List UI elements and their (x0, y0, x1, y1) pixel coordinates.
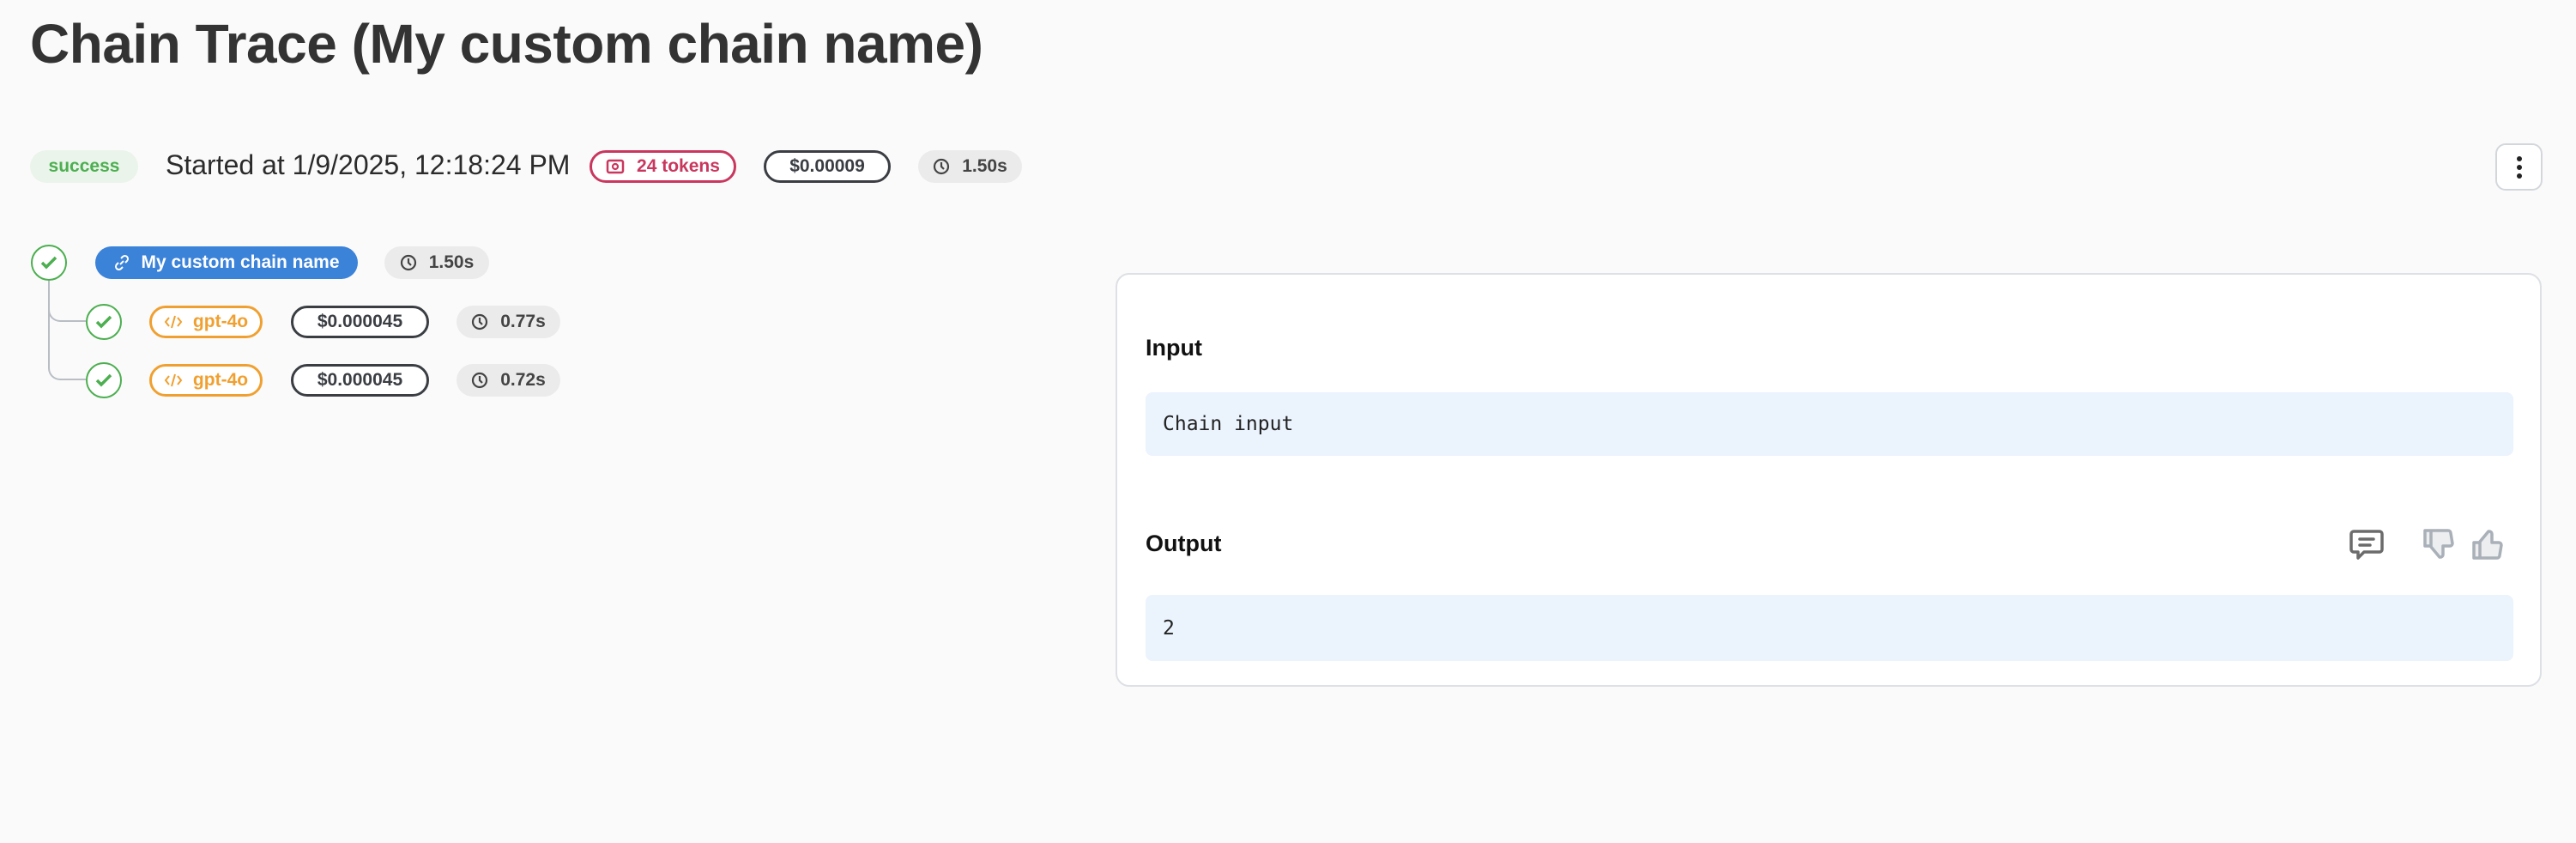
child-duration-badge: 0.72s (457, 364, 560, 397)
tree-connector (48, 281, 86, 380)
thumbs-down-icon (2422, 527, 2457, 561)
duration-badge: 1.50s (918, 150, 1022, 183)
child-cost-badge: $0.000045 (291, 364, 429, 397)
child-success-icon (86, 304, 122, 340)
status-text: success (49, 156, 120, 177)
root-duration-badge: 1.50s (384, 246, 489, 279)
clock-icon (471, 313, 488, 331)
kebab-icon (2516, 156, 2523, 179)
input-label: Input (1146, 335, 1202, 361)
output-value: 2 (1146, 595, 2513, 661)
code-icon (164, 313, 183, 331)
code-icon (164, 372, 183, 389)
child-llm-pill[interactable]: gpt-4o (149, 306, 263, 338)
cost-text: $0.000045 (317, 312, 402, 332)
root-success-icon (31, 245, 67, 281)
clock-icon (933, 158, 950, 175)
more-options-button[interactable] (2495, 143, 2543, 191)
model-name: gpt-4o (193, 370, 248, 391)
duration-text: 1.50s (962, 156, 1007, 177)
cost-text: $0.00009 (789, 156, 865, 177)
input-value: Chain input (1146, 392, 2513, 456)
thumbs-down-button[interactable] (2422, 525, 2458, 563)
child-llm-pill[interactable]: gpt-4o (149, 364, 263, 397)
child-duration-badge: 0.77s (457, 306, 560, 338)
thumbs-up-icon (2471, 527, 2506, 561)
duration-text: 0.72s (500, 370, 546, 391)
tokens-icon (606, 159, 625, 174)
detail-panel: Input Chain input Output 2 (1116, 273, 2542, 687)
cost-badge: $0.00009 (764, 150, 891, 183)
root-chain-name: My custom chain name (141, 252, 339, 273)
clock-icon (400, 254, 417, 271)
model-name: gpt-4o (193, 312, 248, 332)
tokens-badge: 24 tokens (590, 150, 736, 183)
clock-icon (471, 372, 488, 389)
root-chain-pill[interactable]: My custom chain name (95, 246, 358, 279)
child-cost-badge: $0.000045 (291, 306, 429, 338)
comment-icon (2349, 526, 2385, 562)
page-title: Chain Trace (My custom chain name) (30, 12, 983, 76)
output-label: Output (1146, 531, 1221, 557)
cost-text: $0.000045 (317, 370, 402, 391)
link-icon (113, 254, 130, 271)
child-success-icon (86, 362, 122, 398)
status-badge: success (30, 150, 138, 183)
duration-text: 0.77s (500, 312, 546, 332)
duration-text: 1.50s (429, 252, 475, 273)
thumbs-up-button[interactable] (2470, 525, 2506, 563)
comment-button[interactable] (2348, 525, 2386, 563)
started-at: Started at 1/9/2025, 12:18:24 PM (166, 149, 570, 181)
tokens-text: 24 tokens (637, 156, 720, 177)
